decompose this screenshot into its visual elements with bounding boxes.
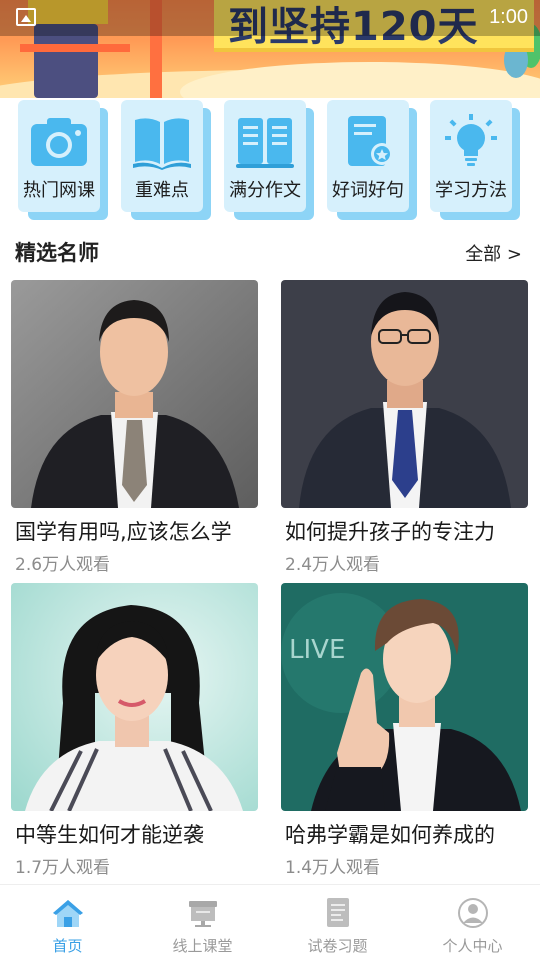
view-count: 2.6万人观看 xyxy=(15,555,111,575)
teacher-course-title: 哈弗学霸是如何养成的 xyxy=(285,823,495,847)
teacher-card[interactable]: 国学有用吗,应该怎么学 2.6万人观看 xyxy=(11,280,259,575)
teacher-photo xyxy=(11,280,258,508)
banner-desk xyxy=(20,44,130,52)
view-count: 1.7万人观看 xyxy=(15,858,111,878)
tab-exam-papers[interactable]: 试卷习题 xyxy=(270,885,405,960)
tab-online-class[interactable]: 线上课堂 xyxy=(135,885,270,960)
teacher-card[interactable]: 中等生如何才能逆袭 1.7万人观看 xyxy=(11,583,259,878)
category-study-methods[interactable]: 学习方法 xyxy=(430,100,520,220)
teacher-course-title: 如何提升孩子的专注力 xyxy=(285,520,495,544)
category-key-points[interactable]: 重难点 xyxy=(121,100,211,220)
image-notification-icon xyxy=(16,8,36,26)
category-hot-courses[interactable]: 热门网课 xyxy=(18,100,108,220)
status-time: 1:00 xyxy=(489,6,528,28)
exam-paper-icon xyxy=(327,898,349,927)
view-count: 2.4万人观看 xyxy=(285,555,381,575)
tab-home[interactable]: 首页 xyxy=(0,885,135,960)
teacher-photo: LIVE xyxy=(281,583,528,811)
certificate-icon xyxy=(348,116,393,166)
category-label: 热门网课 xyxy=(23,180,95,201)
teacher-course-title: 中等生如何才能逆袭 xyxy=(15,823,204,847)
teacher-photo xyxy=(11,583,258,811)
category-grid: 热门网课 重难点 满分作文 好词好句 学习方法 xyxy=(0,98,540,226)
tab-label: 首页 xyxy=(52,937,83,955)
category-label: 重难点 xyxy=(135,180,189,201)
teacher-course-title: 国学有用吗,应该怎么学 xyxy=(15,520,232,544)
tab-label: 试卷习题 xyxy=(307,937,368,955)
teacher-card[interactable]: 如何提升孩子的专注力 2.4万人观看 xyxy=(281,280,529,575)
top-banner[interactable]: 到坚持120天 1:00 xyxy=(0,0,540,98)
teacher-photo xyxy=(281,280,528,508)
tab-label: 线上课堂 xyxy=(172,937,233,955)
lightbulb-icon xyxy=(445,114,497,166)
blackboard-icon xyxy=(189,901,217,927)
status-bar xyxy=(0,0,540,36)
open-book-icon xyxy=(133,118,191,170)
category-good-words[interactable]: 好词好句 xyxy=(327,100,417,220)
tab-profile[interactable]: 个人中心 xyxy=(405,885,540,960)
category-label: 满分作文 xyxy=(229,180,301,201)
category-full-mark-essays[interactable]: 满分作文 xyxy=(224,100,314,220)
see-all-link[interactable]: 全部 > xyxy=(465,240,522,266)
section-title: 精选名师 xyxy=(15,241,99,265)
teacher-card[interactable]: LIVE 哈弗学霸是如何养成的 1.4万人观看 xyxy=(281,583,529,878)
bottom-tab-bar: 首页 线上课堂 试卷习题 个人中心 xyxy=(0,884,540,960)
category-label: 好词好句 xyxy=(332,180,404,201)
essay-book-icon xyxy=(236,118,294,168)
user-icon xyxy=(458,898,488,928)
camera-icon xyxy=(31,118,87,166)
tab-label: 个人中心 xyxy=(442,937,503,955)
home-icon xyxy=(53,900,83,927)
category-label: 学习方法 xyxy=(435,180,507,201)
view-count: 1.4万人观看 xyxy=(285,858,381,878)
photo-live-text: LIVE xyxy=(289,635,345,665)
banner-hill-shape xyxy=(180,62,540,98)
